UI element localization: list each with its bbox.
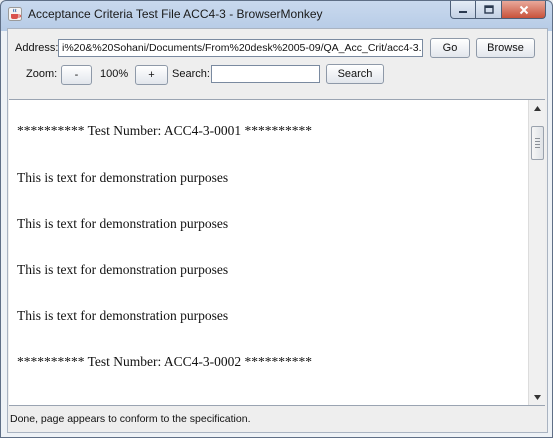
window-controls xyxy=(450,1,546,20)
demo-text-line: This is text for demonstration purposes xyxy=(17,308,229,323)
search-label: Search: xyxy=(172,68,210,80)
zoom-label: Zoom: xyxy=(26,68,58,80)
search-input[interactable] xyxy=(211,65,320,83)
scroll-down-button[interactable] xyxy=(529,389,545,405)
title-bar[interactable]: Acceptance Criteria Test File ACC4-3 - B… xyxy=(1,1,552,28)
close-icon xyxy=(519,5,528,14)
demo-text-line: This is text for demonstration purposes xyxy=(17,170,229,185)
address-label: Address: xyxy=(15,42,59,54)
demo-text-line: This is text for demonstration purposes xyxy=(17,262,229,277)
test-number-heading: ********** Test Number: ACC4-3-0001 ****… xyxy=(17,123,313,138)
arrow-up-icon xyxy=(533,105,541,111)
demo-text-line: This is text for demonstration purposes xyxy=(17,216,229,231)
search-button[interactable]: Search xyxy=(326,64,384,84)
close-button[interactable] xyxy=(502,1,546,19)
scrollbar-thumb[interactable] xyxy=(531,126,544,160)
page-viewport[interactable]: ********** Test Number: ACC4-3-0001 ****… xyxy=(9,99,545,406)
browse-button[interactable]: Browse xyxy=(476,38,535,58)
test-number-heading: ********** Test Number: ACC4-3-0002 ****… xyxy=(17,354,313,369)
zoom-in-button[interactable]: + xyxy=(135,65,168,85)
maximize-button[interactable] xyxy=(476,1,502,19)
scroll-up-button[interactable] xyxy=(529,100,545,116)
status-text: Done, page appears to conform to the spe… xyxy=(10,413,251,425)
vertical-scrollbar[interactable] xyxy=(528,100,545,405)
browser-client-area: Address: i%20&%20Sohani/Documents/From%2… xyxy=(7,28,548,433)
status-bar: Done, page appears to conform to the spe… xyxy=(8,407,545,430)
maximize-icon xyxy=(483,5,494,14)
zoom-out-button[interactable]: - xyxy=(61,65,92,85)
window-title: Acceptance Criteria Test File ACC4-3 - B… xyxy=(28,7,323,21)
browser-window: Acceptance Criteria Test File ACC4-3 - B… xyxy=(0,0,553,438)
minimize-button[interactable] xyxy=(450,1,476,19)
go-button[interactable]: Go xyxy=(430,38,470,58)
java-cup-icon xyxy=(8,7,22,21)
zoom-level: 100% xyxy=(100,68,129,80)
minimize-icon xyxy=(459,10,467,13)
address-input[interactable]: i%20&%20Sohani/Documents/From%20desk%200… xyxy=(58,39,423,57)
arrow-down-icon xyxy=(533,394,541,400)
